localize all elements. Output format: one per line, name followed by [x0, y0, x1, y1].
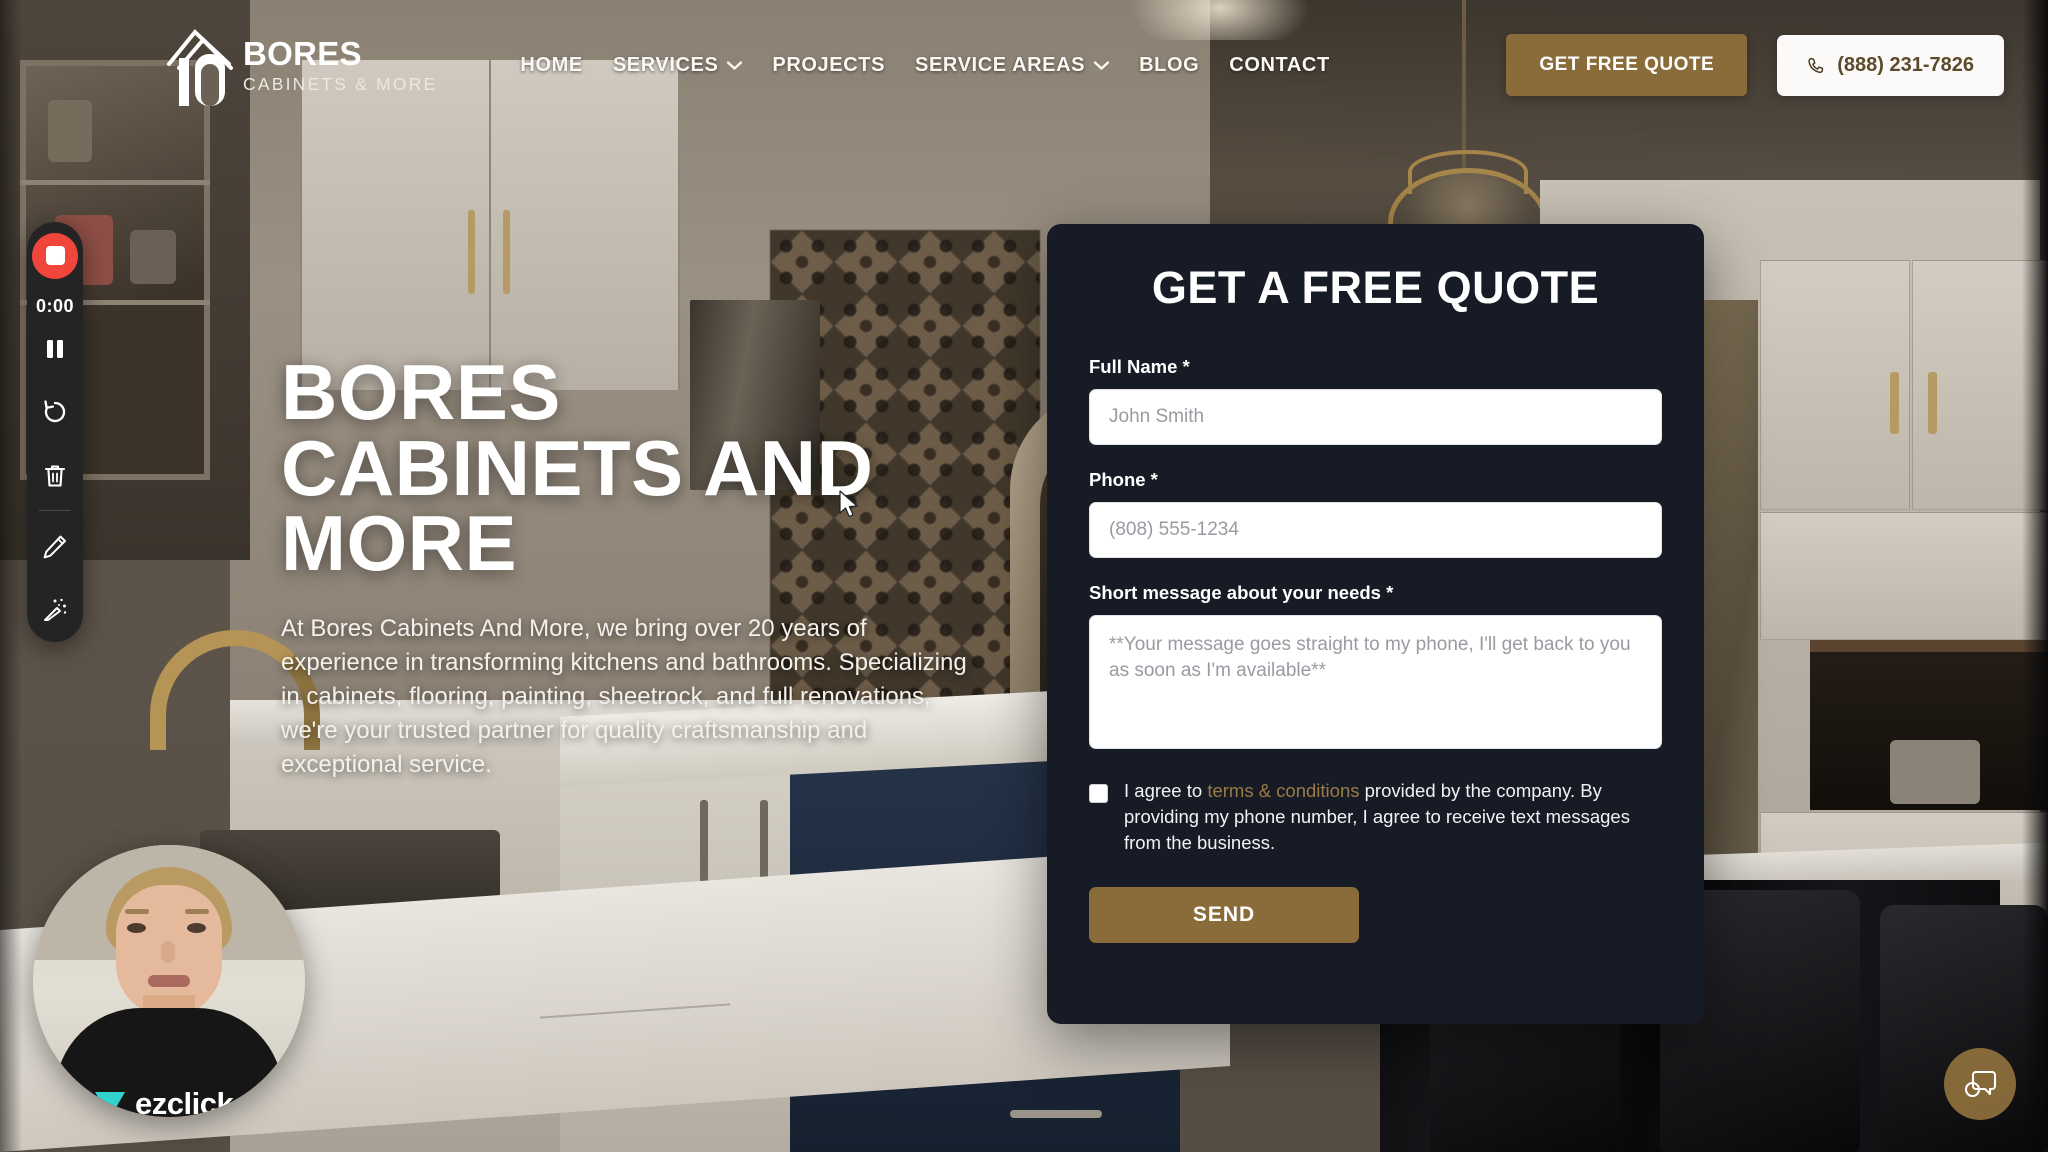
brand-name: BORES	[243, 34, 362, 72]
restart-arrow-icon	[44, 400, 66, 423]
message-label: Short message about your needs *	[1089, 582, 1394, 603]
magic-wand-icon	[44, 599, 67, 622]
nav-label: HOME	[520, 53, 583, 76]
consent-pre: I agree to	[1124, 780, 1208, 801]
nav-item-blog[interactable]: BLOG	[1139, 54, 1199, 77]
brand-logo[interactable]: BORES CABINETS & MORE	[165, 24, 437, 106]
phone-icon	[1808, 57, 1824, 73]
site-header: BORES CABINETS & MORE HOME SERVICES PROJ…	[0, 0, 2048, 130]
page-title: BORES CABINETS AND MORE	[281, 348, 874, 588]
nav-label: PROJECTS	[772, 53, 886, 76]
presenter-mouth	[148, 975, 190, 987]
nav-item-projects[interactable]: PROJECTS	[772, 54, 885, 77]
phone-input[interactable]	[1089, 502, 1662, 558]
nav-item-services[interactable]: SERVICES	[613, 54, 743, 77]
stop-recording-button[interactable]	[29, 230, 81, 282]
screen-recorder-toolbar: 0:00	[27, 222, 83, 642]
phone-label: Phone *	[1089, 469, 1158, 490]
nav-item-home[interactable]: HOME	[520, 54, 582, 77]
main-navigation: HOME SERVICES PROJECTS SERVICE AREAS BLO…	[520, 54, 1329, 77]
nav-label: SERVICE AREAS	[915, 53, 1086, 76]
toolbar-divider	[39, 509, 71, 511]
brand-tagline: CABINETS & MORE	[243, 73, 438, 94]
delete-button[interactable]	[27, 444, 83, 508]
stop-square-icon	[45, 246, 65, 266]
draw-button[interactable]	[27, 515, 83, 579]
quote-form-title: GET A FREE QUOTE	[1151, 262, 1600, 313]
quote-form-panel: GET A FREE QUOTE Full Name * Phone * Sho…	[1047, 224, 1704, 1024]
restart-button[interactable]	[27, 380, 83, 444]
pause-icon	[47, 339, 63, 358]
nav-item-contact[interactable]: CONTACT	[1229, 54, 1329, 77]
message-textarea[interactable]	[1089, 615, 1662, 749]
shirt-brand-text: ezclick	[135, 1086, 234, 1117]
full-name-input[interactable]	[1089, 389, 1662, 445]
pencil-icon	[43, 535, 66, 558]
consent-text: I agree to terms & conditions provided b…	[1124, 778, 1662, 856]
chat-bubbles-icon	[1964, 1070, 1997, 1098]
consent-row: I agree to terms & conditions provided b…	[1089, 778, 1662, 856]
phone-number: (888) 231-7826	[1837, 53, 1974, 76]
phone-call-button[interactable]: (888) 231-7826	[1777, 34, 2004, 96]
effects-button[interactable]	[27, 578, 83, 642]
nav-label: SERVICES	[612, 53, 719, 76]
trash-icon	[44, 465, 66, 487]
presenter-nose	[161, 941, 175, 963]
webcam-bubble[interactable]: ezclick	[33, 845, 305, 1117]
phone-field-group: Phone *	[1089, 469, 1662, 558]
terms-checkbox[interactable]	[1089, 784, 1108, 803]
pause-button[interactable]	[27, 317, 83, 381]
full-name-field-group: Full Name *	[1089, 356, 1662, 445]
get-free-quote-button[interactable]: GET FREE QUOTE	[1506, 34, 1748, 96]
chat-widget-button[interactable]	[1944, 1048, 2016, 1120]
nav-label: BLOG	[1139, 53, 1200, 76]
browser-page: BORES CABINETS & MORE HOME SERVICES PROJ…	[0, 0, 2048, 1152]
house-cabinet-logo-icon	[165, 24, 237, 106]
nav-item-service-areas[interactable]: SERVICE AREAS	[915, 53, 1110, 77]
nav-label: CONTACT	[1229, 53, 1330, 76]
full-name-label: Full Name *	[1089, 356, 1190, 377]
triangle-play-icon	[91, 1088, 129, 1117]
send-button[interactable]: SEND	[1089, 887, 1359, 944]
chevron-down-icon	[727, 60, 743, 70]
header-actions: GET FREE QUOTE (888) 231-7826	[1506, 34, 2004, 96]
hero-section: BORES CABINETS AND MORE At Bores Cabinet…	[281, 348, 981, 782]
terms-link[interactable]: terms & conditions	[1207, 780, 1359, 801]
hero-description: At Bores Cabinets And More, we bring ove…	[281, 614, 967, 779]
recording-timer: 0:00	[35, 295, 75, 316]
chevron-down-icon	[1094, 60, 1110, 70]
message-field-group: Short message about your needs *	[1089, 582, 1662, 754]
